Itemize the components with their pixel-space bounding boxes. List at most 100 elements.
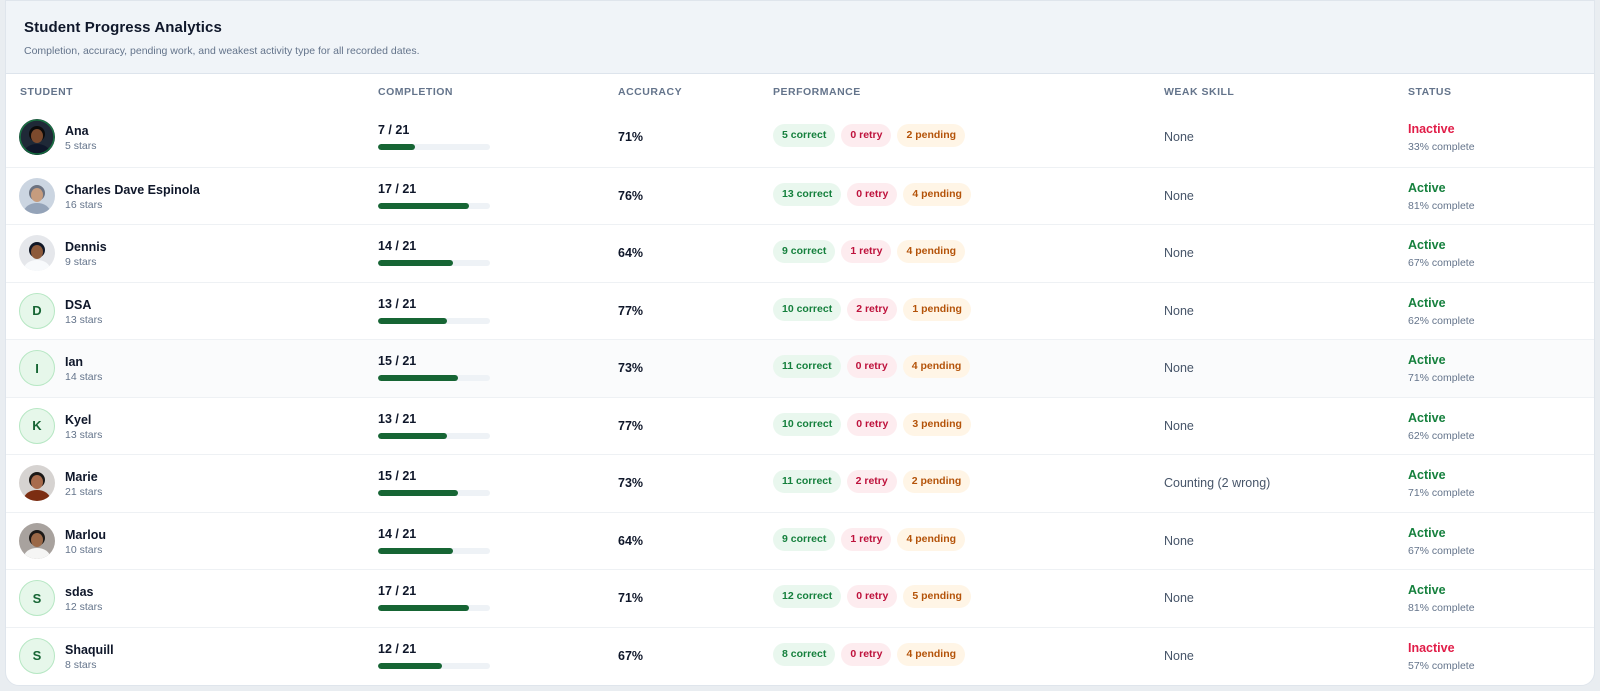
pending-badge: 1 pending [903,297,971,321]
avatar [19,119,55,155]
completion-progress-bar [378,547,490,554]
student-stars: 13 stars [65,313,103,326]
status-detail: 81% complete [1408,199,1475,212]
student-progress-card: Student Progress Analytics Completion, a… [5,0,1595,686]
student-stars: 8 stars [65,658,97,671]
status-detail: 62% complete [1408,429,1475,442]
retry-badge: 0 retry [847,412,898,436]
column-header-accuracy[interactable]: ACCURACY [618,86,682,98]
column-header-performance[interactable]: PERFORMANCE [773,86,861,98]
accuracy-value: 67% [618,648,644,663]
retry-badge: 0 retry [847,182,898,206]
weak-skill: None [1164,246,1194,260]
completion-progress-bar [378,490,490,496]
completion-progress-bar [378,605,490,611]
column-header-completion[interactable]: COMPLETION [378,86,453,98]
performance-pills: 9 correct 1 retry 4 pending [773,527,966,551]
avatar: D [19,292,55,329]
completion-progress-fill [378,144,416,150]
table-row[interactable]: D DSA 13 stars 13 / 21 77% 10 correct 2 retry 1… [6,281,1594,340]
avatar [19,522,55,559]
correct-badge: 10 correct [773,297,842,321]
correct-badge: 11 correct [773,470,841,493]
table-row[interactable]: Marie 21 stars 15 / 21 73% 11 correct 2 retry… [6,454,1594,512]
completion-progress-fill [378,317,448,324]
student-name[interactable]: Kyel [65,413,91,427]
student-name[interactable]: Charles Dave Espinola [65,183,200,197]
completion-count: 15 / 21 [378,354,417,368]
student-name[interactable]: Ian [65,355,83,369]
student-name[interactable]: Dennis [65,240,107,254]
student-name[interactable]: Marie [65,470,98,484]
correct-badge: 5 correct [773,124,836,147]
accuracy-value: 76% [618,188,644,203]
status-detail: 33% complete [1408,141,1475,153]
weak-skill: None [1164,303,1194,318]
column-header-weak-skill[interactable]: WEAK SKILL [1164,86,1234,98]
retry-badge: 2 retry [846,470,897,493]
table-row[interactable]: Dennis 9 stars 14 / 21 64% 9 correct 1 retry 4… [6,224,1594,282]
completion-progress-bar [378,202,490,209]
student-stars: 12 stars [65,601,103,613]
completion-count: 13 / 21 [378,411,417,426]
student-name[interactable]: Marlou [65,528,106,542]
accuracy-value: 77% [618,303,644,318]
correct-badge: 9 correct [773,240,836,263]
completion-progress-bar [378,144,490,150]
avatar: K [19,407,55,444]
retry-badge: 0 retry [841,124,892,147]
performance-pills: 12 correct 0 retry 5 pending [773,585,971,608]
page-subtitle: Completion, accuracy, pending work, and … [24,45,420,57]
accuracy-value: 71% [618,130,644,144]
student-name[interactable]: Shaquill [65,643,114,657]
status-badge: Active [1408,410,1446,425]
performance-pills: 11 correct 0 retry 4 pending [773,355,971,378]
accuracy-value: 73% [618,361,644,375]
accuracy-value: 71% [618,591,644,605]
completion-count: 17 / 21 [378,584,417,598]
status-detail: 62% complete [1408,314,1475,327]
avatar [19,177,55,214]
completion-progress-bar [378,260,490,266]
student-name[interactable]: DSA [65,298,91,312]
completion-progress-fill [378,490,458,496]
completion-count: 13 / 21 [378,296,417,311]
column-header-student[interactable]: STUDENT [20,86,73,98]
completion-progress-fill [378,375,458,381]
correct-badge: 8 correct [773,642,836,666]
table-row[interactable]: Marlou 10 stars 14 / 21 64% 9 correct 1 retry… [6,511,1594,570]
status-badge: Inactive [1408,122,1455,136]
completion-count: 14 / 21 [378,526,417,541]
status-badge: Active [1408,583,1446,597]
correct-badge: 10 correct [773,412,842,436]
weak-skill: None [1164,418,1194,433]
status-detail: 67% complete [1408,544,1475,557]
status-badge: Active [1408,468,1446,482]
table-row[interactable]: Ssdas 12 stars 17 / 21 71% 12 correct 0 retry… [6,569,1594,627]
table-row[interactable]: Ana 5 stars 7 / 21 71% 5 correct 0 retry 2 pen… [6,109,1594,167]
avatar [19,235,55,271]
student-name[interactable]: sdas [65,585,94,599]
weak-skill: None [1164,648,1194,663]
table-row[interactable]: K Kyel 13 stars 13 / 21 77% 10 correct 0 retry… [6,396,1594,455]
table-row[interactable]: I Ian 14 stars 15 / 21 73% 11 correct 0 retry 4… [6,339,1594,397]
completion-progress-bar [378,662,490,669]
retry-badge: 2 retry [847,297,898,321]
pending-badge: 4 pending [897,527,966,551]
student-name[interactable]: Ana [65,124,89,138]
student-stars: 9 stars [65,256,97,268]
table-row[interactable]: S Shaquill 8 stars 12 / 21 67% 8 correct 0 ret… [6,626,1594,685]
avatar: I [19,350,55,386]
performance-pills: 10 correct 2 retry 1 pending [773,297,971,321]
pending-badge: 4 pending [897,240,966,263]
accuracy-value: 73% [618,476,644,490]
completion-progress-fill [378,605,469,611]
pending-badge: 5 pending [903,585,971,608]
weak-skill: None [1164,361,1194,375]
performance-pills: 8 correct 0 retry 4 pending [773,642,966,666]
column-header-status[interactable]: STATUS [1408,86,1451,98]
avatar-initial: S [32,590,42,606]
table-row[interactable]: Charles Dave Espinola 16 stars 17 / 21 76% 1… [6,166,1594,225]
pending-badge: 4 pending [902,355,971,378]
avatar: S [19,637,55,674]
